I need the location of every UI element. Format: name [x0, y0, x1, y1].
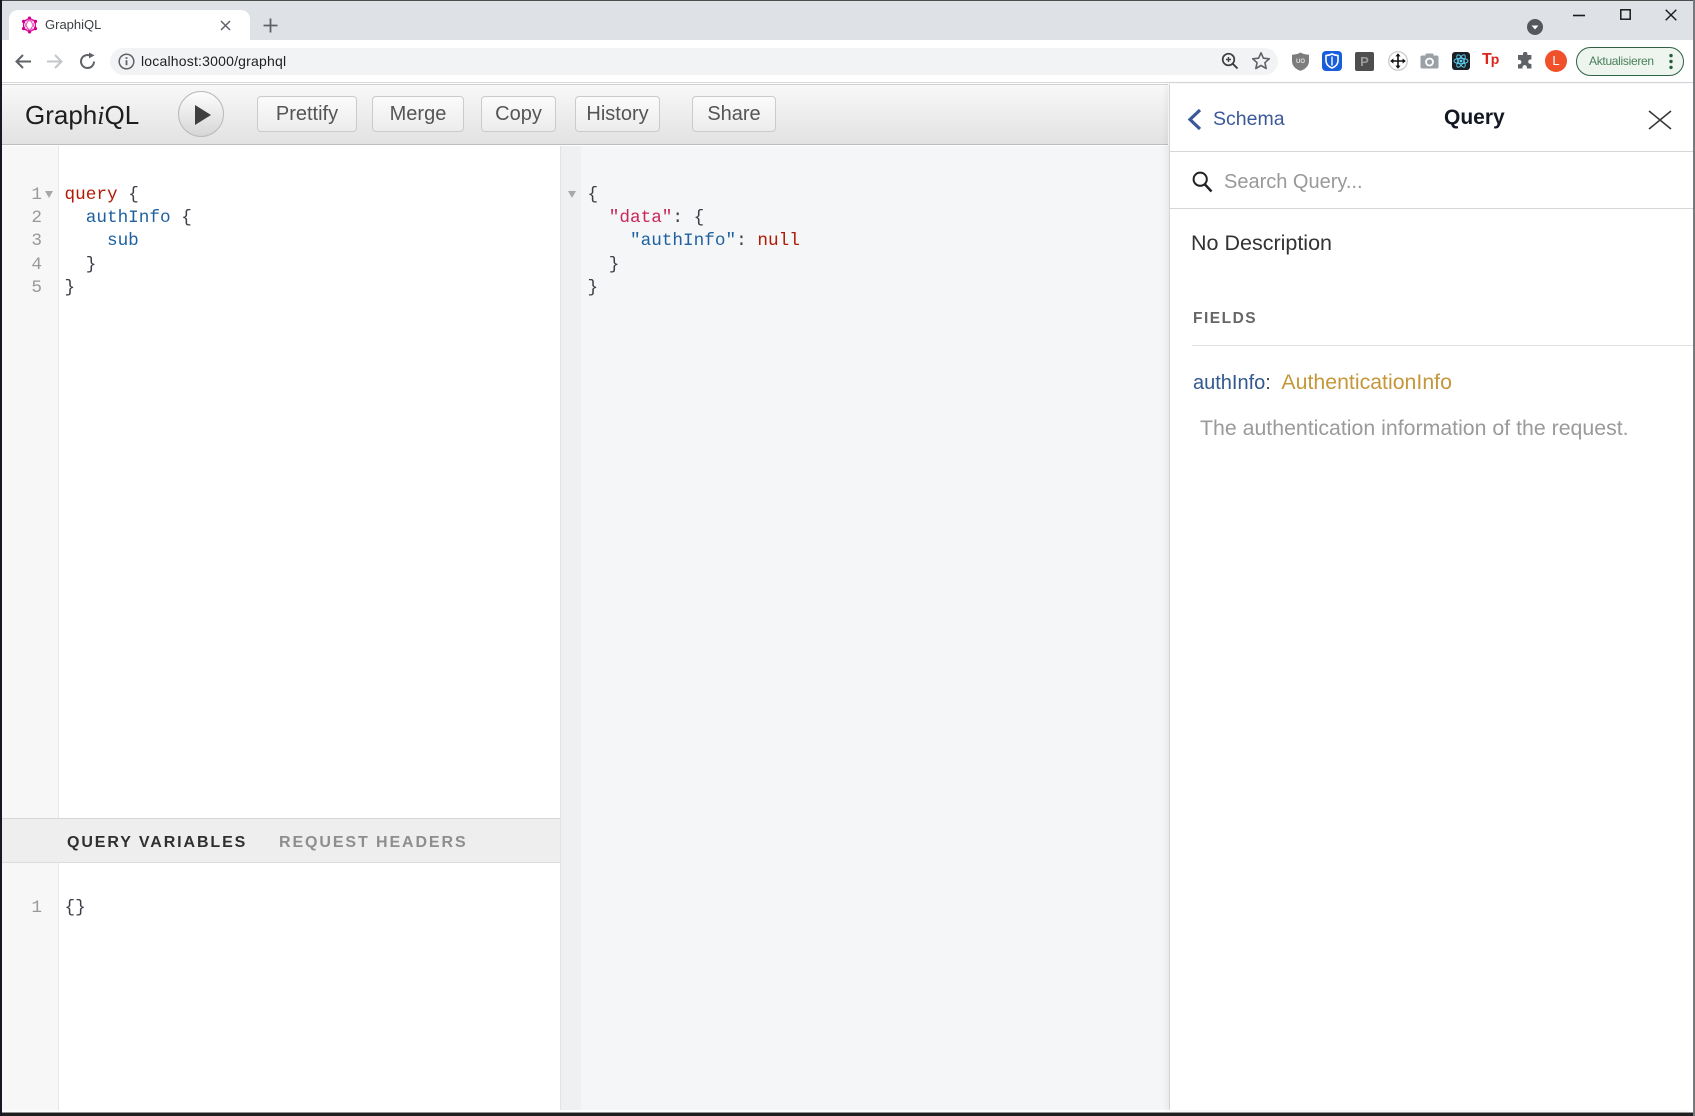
svg-text:UO: UO [1296, 59, 1305, 65]
svg-text:P: P [1360, 54, 1369, 69]
